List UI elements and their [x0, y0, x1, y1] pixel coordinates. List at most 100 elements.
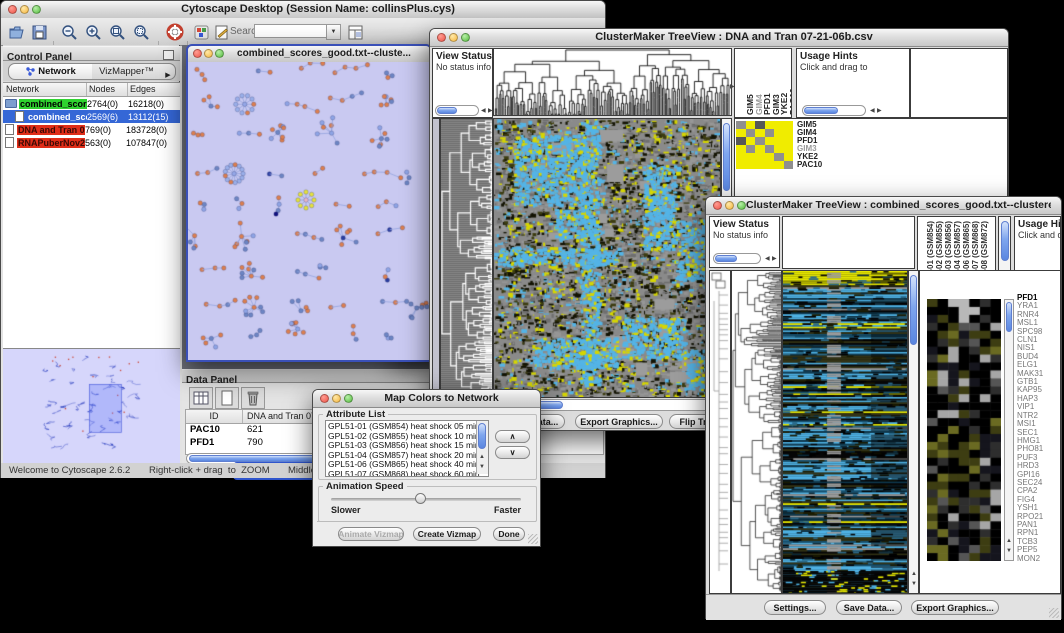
tv2-status-scrollbar[interactable] — [713, 253, 761, 264]
col-header-network[interactable]: Network — [3, 83, 87, 96]
move-up-button[interactable]: ∧ — [495, 430, 530, 443]
zoom-out-icon[interactable] — [60, 23, 79, 42]
scroll-left-icon[interactable]: ◀ — [481, 108, 486, 114]
splitter-arrow-icon[interactable]: ▶ — [730, 84, 735, 90]
zoom-in-icon[interactable] — [84, 23, 103, 42]
mini-heatmap-cell — [746, 129, 756, 137]
scroll-down-icon[interactable]: ▼ — [1006, 548, 1012, 554]
dialog-title-bar[interactable]: Map Colors to Network — [313, 390, 540, 408]
scroll-down-icon[interactable]: ▼ — [911, 581, 917, 587]
network-edges: 107847(0) — [126, 138, 180, 148]
open-icon[interactable] — [8, 23, 27, 42]
tv1-column-dendrogram[interactable] — [494, 49, 731, 115]
tv2-button[interactable]: Save Data... — [836, 600, 902, 615]
zoom-fit-icon[interactable] — [108, 23, 127, 42]
gene-label[interactable]: MON2 — [1017, 555, 1043, 563]
animate-vizmapbutton[interactable]: Animate Vizmap — [338, 527, 404, 541]
close-icon[interactable] — [437, 33, 446, 42]
tv1-heatmap[interactable] — [494, 119, 720, 397]
move-down-button[interactable]: ∨ — [495, 446, 530, 459]
vizmapper-icon[interactable] — [192, 23, 211, 42]
network-row[interactable]: combined_sco2569(6)13112(15) — [3, 110, 180, 123]
scroll-up-icon[interactable]: ▲ — [1006, 538, 1012, 544]
zoom-window-icon[interactable] — [737, 201, 746, 210]
speed-slider-track[interactable] — [331, 498, 521, 501]
close-icon[interactable] — [320, 394, 329, 403]
heatmap-row-label[interactable]: PAC10 — [797, 161, 822, 169]
tv2-heatmap[interactable] — [783, 271, 907, 593]
listbox-vscrollbar[interactable]: ▲ ▼ — [476, 421, 488, 474]
scroll-right-icon[interactable]: ▶ — [877, 108, 882, 114]
tv2-zoom-vscrollbar[interactable]: ▲ ▼ — [1004, 299, 1014, 561]
search-input[interactable] — [254, 24, 328, 38]
main-title-bar[interactable]: Cytoscape Desktop (Session Name: collins… — [1, 1, 605, 19]
minimize-icon[interactable] — [449, 33, 458, 42]
create-vizmapbutton[interactable]: Create Vizmap — [413, 527, 481, 541]
tv2-gene-dendrogram[interactable] — [732, 271, 781, 593]
tv1-usage-scrollbar[interactable] — [802, 105, 866, 116]
tv2-button[interactable]: Export Graphics... — [911, 600, 999, 615]
tv1-status-scrollbar[interactable] — [435, 105, 479, 116]
resize-grip[interactable] — [528, 534, 538, 544]
scroll-up-icon[interactable]: ▲ — [479, 454, 485, 460]
tv2-global-view[interactable] — [710, 271, 730, 593]
data-col-id[interactable]: ID — [186, 410, 243, 423]
zoom-selected-icon[interactable] — [132, 23, 151, 42]
tv2-button[interactable]: Settings... — [764, 600, 826, 615]
resize-grip[interactable] — [1049, 608, 1059, 618]
zoom-window-icon[interactable] — [32, 5, 41, 14]
tv1-button[interactable]: Export Graphics... — [575, 414, 663, 429]
close-icon[interactable] — [713, 201, 722, 210]
scroll-up-icon[interactable]: ▲ — [911, 571, 917, 577]
trash-icon[interactable] — [241, 387, 265, 409]
scroll-right-icon[interactable]: ▶ — [488, 108, 493, 114]
tv1-usage-hints-panel: Usage Hints Click and drag to ◀ ▶ — [796, 48, 910, 118]
minimize-icon[interactable] — [332, 394, 341, 403]
minimize-icon[interactable] — [204, 49, 213, 58]
close-icon[interactable] — [8, 5, 17, 14]
minimize-icon[interactable] — [725, 201, 734, 210]
network1-title-bar[interactable]: combined_scores_good.txt--cluste... — [188, 46, 430, 63]
tv1-global-strip[interactable] — [432, 118, 440, 398]
close-icon[interactable] — [193, 49, 202, 58]
help-icon[interactable] — [166, 23, 185, 42]
annotation-icon[interactable] — [212, 23, 231, 42]
col-header-nodes[interactable]: Nodes — [87, 83, 128, 96]
network-row[interactable]: DNA and Tran 07769(0)183728(0) — [3, 123, 180, 136]
treeview1-title-bar[interactable]: ClusterMaker TreeView : DNA and Tran 07-… — [430, 29, 1008, 47]
col-header-edges[interactable]: Edges — [128, 83, 180, 96]
donebutton[interactable]: Done — [493, 527, 525, 541]
tv2-vscrollbar[interactable]: ▲ ▼ — [908, 270, 919, 594]
scroll-down-icon[interactable]: ▼ — [479, 464, 485, 470]
tv1-gene-dendrogram[interactable] — [441, 119, 492, 397]
tab-overflow-button[interactable]: ▶ — [161, 63, 176, 80]
float-panel-icon[interactable] — [163, 50, 174, 60]
zoom-window-icon[interactable] — [461, 33, 470, 42]
network-row[interactable]: combined_scores2764(0)16218(0) — [3, 97, 180, 110]
new-attribute-icon[interactable] — [215, 387, 239, 409]
minimize-icon[interactable] — [20, 5, 29, 14]
mini-heatmap-cell — [774, 137, 784, 145]
tab-network[interactable]: Network — [8, 63, 94, 80]
birdseye-view[interactable] — [3, 349, 180, 463]
scroll-right-icon[interactable]: ▶ — [772, 256, 777, 262]
attribute-listbox[interactable]: GPL51-01 (GSM854) heat shock 05 minGPL51… — [325, 420, 489, 477]
scroll-left-icon[interactable]: ◀ — [870, 108, 875, 114]
zoom-window-icon[interactable] — [215, 49, 224, 58]
save-icon[interactable] — [30, 23, 49, 42]
speed-slider-thumb[interactable] — [415, 493, 426, 504]
status-zoom-hint: Right-click + drag to ZOOM — [149, 465, 270, 476]
tab-vizmapper[interactable]: VizMapper™ — [92, 63, 162, 80]
table-select-icon[interactable] — [189, 387, 213, 409]
network-row[interactable]: RNAPuberNov2+563(0)107847(0) — [3, 136, 180, 149]
tv1-mini-heatmap[interactable] — [736, 121, 793, 169]
search-dropdown-button[interactable]: ▼ — [326, 24, 341, 40]
tv2-zoom-heatmap[interactable] — [927, 299, 1001, 561]
zoom-window-icon[interactable] — [344, 394, 353, 403]
network1-view[interactable] — [188, 62, 430, 360]
heatmap-column-label[interactable]: PAC10 — [788, 88, 793, 115]
layout-icon[interactable] — [346, 23, 365, 42]
scroll-left-icon[interactable]: ◀ — [765, 256, 770, 262]
treeview2-title-bar[interactable]: ClusterMaker TreeView : combined_scores_… — [706, 197, 1061, 215]
attribute-list-item[interactable]: GPL51-07 (GSM868) heat shock 60 min — [328, 470, 480, 477]
